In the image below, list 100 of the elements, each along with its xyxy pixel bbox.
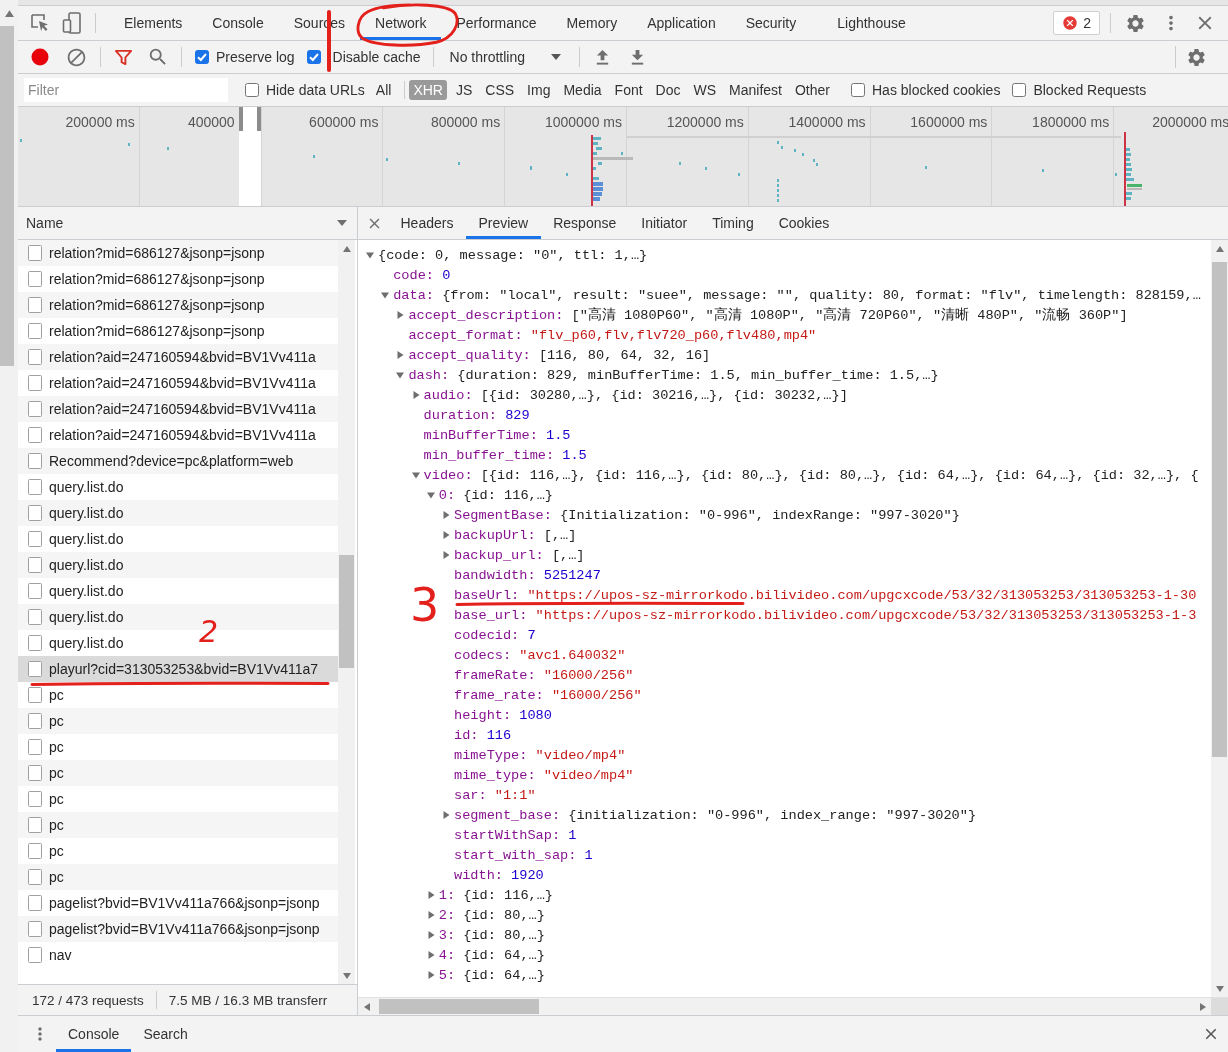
- disclosure-triangle-icon[interactable]: [396, 371, 405, 379]
- request-row[interactable]: pc: [18, 708, 338, 734]
- upload-icon[interactable]: [594, 48, 611, 66]
- request-row[interactable]: relation?mid=686127&jsonp=jsonp: [18, 292, 338, 318]
- drawer-tab[interactable]: Console: [56, 1016, 132, 1052]
- request-row[interactable]: query.list.do: [18, 552, 338, 578]
- scrollbar-thumb[interactable]: [379, 999, 539, 1014]
- request-row[interactable]: Recommend?device=pc&platform=web: [18, 448, 338, 474]
- cursor-box-icon[interactable]: [30, 13, 50, 33]
- ban-icon[interactable]: [66, 46, 87, 68]
- request-row[interactable]: pagelist?bvid=BV1Vv411a766&jsonp=jsonp: [18, 916, 338, 942]
- scroll-up-arrow-icon[interactable]: [342, 244, 351, 253]
- type-filter[interactable]: CSS: [481, 80, 519, 100]
- disclosure-triangle-icon[interactable]: [381, 291, 390, 299]
- property-key: accept_description:: [408, 307, 564, 323]
- type-filter[interactable]: Doc: [651, 80, 685, 100]
- disclosure-triangle-icon[interactable]: [426, 951, 435, 959]
- preview-scrollbar[interactable]: [1211, 240, 1228, 997]
- detail-tab[interactable]: Preview: [465, 207, 541, 239]
- scrollbar-thumb[interactable]: [339, 555, 354, 668]
- column-header[interactable]: Name: [18, 207, 357, 240]
- type-filter[interactable]: Manifest: [725, 80, 786, 100]
- disclosure-triangle-icon[interactable]: [426, 491, 435, 499]
- detail-tab[interactable]: Initiator: [628, 207, 700, 239]
- detail-tab[interactable]: Cookies: [766, 207, 842, 239]
- scroll-left-arrow-icon[interactable]: [362, 1002, 371, 1011]
- disclosure-triangle-icon[interactable]: [442, 811, 450, 819]
- disclosure-triangle-icon[interactable]: [411, 471, 420, 479]
- funnel-icon[interactable]: [114, 47, 133, 67]
- panel-tab[interactable]: Memory: [551, 6, 633, 40]
- request-row[interactable]: relation?aid=247160594&bvid=BV1Vv411a: [18, 396, 338, 422]
- checkbox[interactable]: [1012, 83, 1027, 97]
- page-scrollbar[interactable]: [0, 0, 18, 1052]
- panel-tab[interactable]: Security: [730, 6, 812, 40]
- disclosure-triangle-icon[interactable]: [396, 351, 405, 359]
- disclosure-triangle-icon[interactable]: [411, 391, 420, 399]
- type-filter[interactable]: Font: [610, 80, 647, 100]
- search-icon[interactable]: [147, 46, 169, 68]
- checkbox-label[interactable]: Blocked Requests: [1033, 82, 1147, 98]
- checkbox-label[interactable]: Preserve log: [216, 49, 295, 65]
- panel-tab[interactable]: Performance: [441, 6, 552, 40]
- panel-tab[interactable]: Console: [197, 6, 279, 40]
- checkbox[interactable]: [306, 50, 321, 64]
- checkbox[interactable]: [851, 83, 865, 97]
- panel-tab[interactable]: Elements: [109, 6, 198, 40]
- checkbox-label[interactable]: Hide data URLs: [266, 82, 365, 98]
- panel-tab[interactable]: Network: [360, 6, 442, 40]
- request-row[interactable]: relation?aid=247160594&bvid=BV1Vv411a: [18, 344, 338, 370]
- disclosure-triangle-icon[interactable]: [442, 511, 450, 519]
- scrollbar-thumb[interactable]: [0, 26, 14, 366]
- record-icon[interactable]: [30, 47, 50, 67]
- request-row[interactable]: query.list.do: [18, 500, 338, 526]
- checkbox[interactable]: [245, 83, 259, 97]
- disclosure-triangle-icon[interactable]: [426, 911, 435, 919]
- selection-window[interactable]: [238, 107, 261, 206]
- property-key: mime_type:: [454, 767, 536, 783]
- panel-tab[interactable]: Application: [632, 6, 731, 40]
- disclosure-triangle-icon[interactable]: [426, 971, 435, 979]
- type-filter[interactable]: Media: [559, 80, 606, 100]
- checkbox-label[interactable]: Disable cache: [332, 49, 421, 65]
- disclosure-triangle-icon[interactable]: [442, 531, 450, 539]
- panel-tab[interactable]: Lighthouse: [811, 6, 932, 40]
- download-icon[interactable]: [629, 48, 646, 66]
- checkbox-label[interactable]: Has blocked cookies: [872, 82, 1001, 98]
- type-filter[interactable]: Img: [523, 80, 555, 100]
- settings-icon[interactable]: [1186, 46, 1207, 68]
- scroll-up-arrow-icon[interactable]: [1215, 244, 1224, 253]
- type-filter[interactable]: WS: [689, 80, 721, 100]
- scroll-down-arrow-icon[interactable]: [342, 971, 351, 980]
- detail-tab[interactable]: Timing: [699, 207, 767, 239]
- drawer-tab[interactable]: Search: [131, 1016, 200, 1052]
- request-row[interactable]: playurl?cid=313053253&bvid=BV1Vv411a7: [18, 656, 338, 682]
- drag-handle[interactable]: [256, 107, 261, 131]
- event-line: [591, 135, 593, 206]
- detail-tab[interactable]: Headers: [388, 207, 466, 239]
- scrollbar-thumb[interactable]: [1212, 262, 1227, 757]
- error-count-badge[interactable]: 2: [1053, 11, 1100, 35]
- scroll-right-arrow-icon[interactable]: [1198, 1002, 1207, 1011]
- settings-icon[interactable]: [1125, 12, 1146, 34]
- list-scrollbar[interactable]: [338, 240, 355, 984]
- disclosure-triangle-icon[interactable]: [442, 551, 450, 559]
- detail-tab[interactable]: Response: [540, 207, 629, 239]
- scroll-down-arrow-icon[interactable]: [1215, 984, 1224, 993]
- disclosure-triangle-icon[interactable]: [426, 891, 435, 899]
- disclosure-triangle-icon[interactable]: [396, 311, 405, 319]
- type-filter[interactable]: All: [371, 80, 396, 100]
- disclosure-triangle-icon[interactable]: [426, 931, 435, 939]
- throttling-select[interactable]: No throttling: [445, 49, 565, 65]
- filter-field[interactable]: Filter: [24, 78, 228, 102]
- request-row[interactable]: pc: [18, 760, 338, 786]
- request-row[interactable]: relation?mid=686127&jsonp=jsonp: [18, 240, 338, 266]
- disclosure-triangle-icon[interactable]: [366, 251, 374, 259]
- drag-handle[interactable]: [238, 107, 243, 131]
- type-filter[interactable]: Other: [791, 80, 834, 100]
- type-filter[interactable]: JS: [451, 80, 477, 100]
- request-row[interactable]: pc: [18, 812, 338, 838]
- request-row[interactable]: pc: [18, 864, 338, 890]
- checkbox[interactable]: [195, 50, 209, 64]
- scroll-up-arrow-icon[interactable]: [4, 9, 14, 18]
- devices-icon[interactable]: [62, 12, 82, 34]
